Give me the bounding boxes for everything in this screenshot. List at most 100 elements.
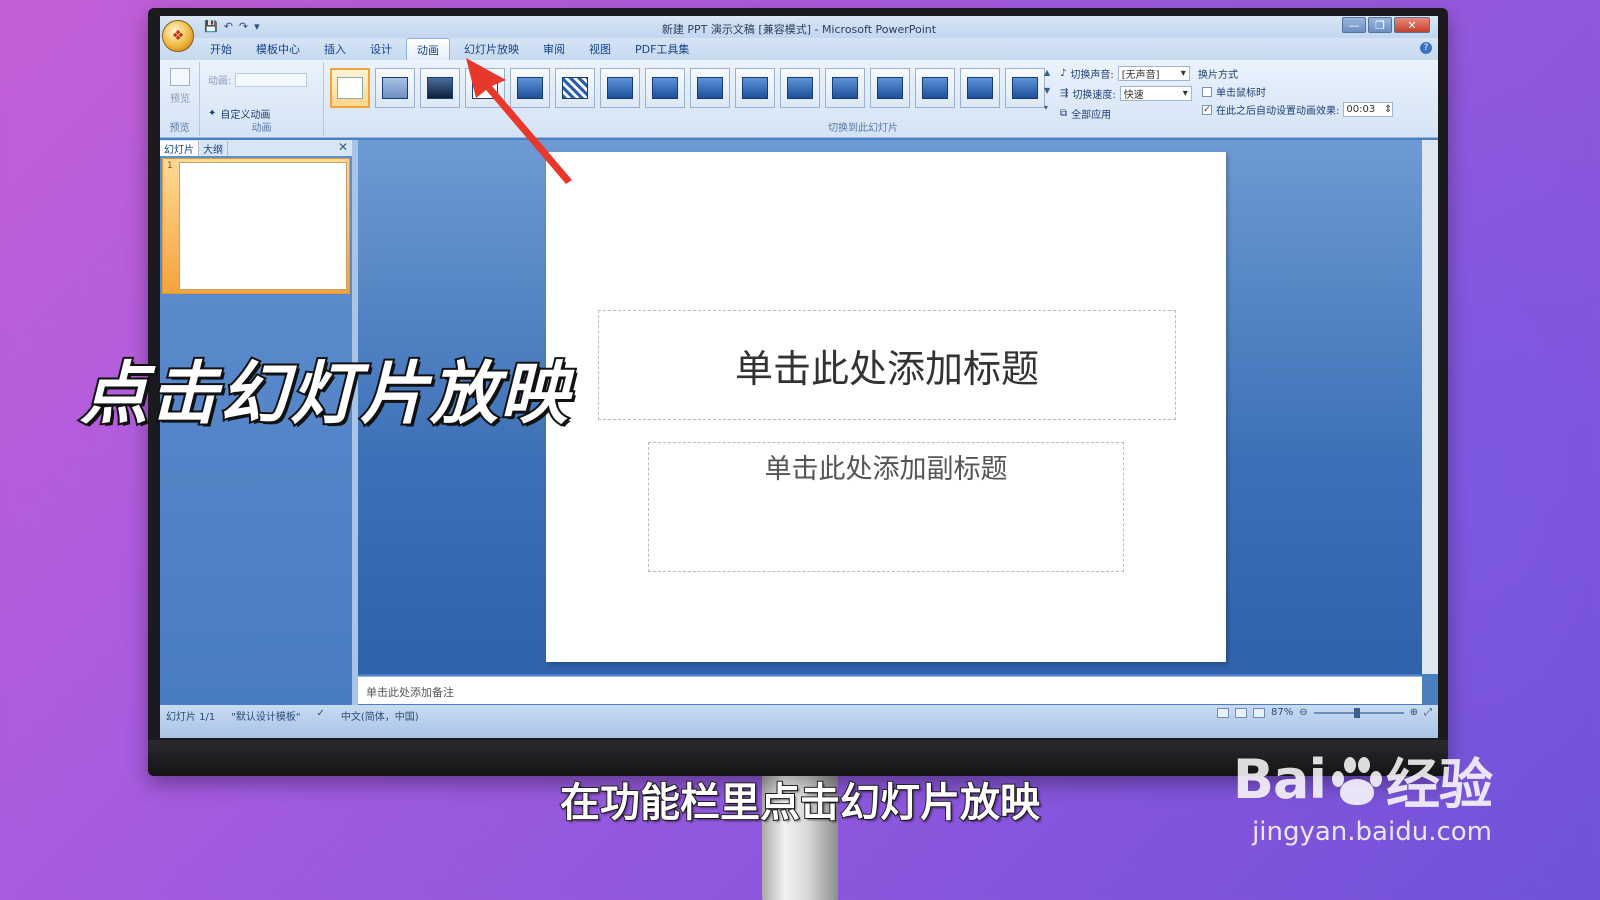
status-left: 幻灯片 1/1 "默认设计模板" ✓ 中文(简体，中国) bbox=[166, 708, 419, 723]
tab-design[interactable]: 设计 bbox=[360, 38, 402, 60]
preview-button[interactable]: 预览 bbox=[168, 68, 192, 105]
transition-speed-row: ⇶ 切换速度: 快速 ▾ bbox=[1060, 86, 1192, 101]
title-bar: 💾 ↶ ↷ ▾ 新建 PPT 演示文稿 [兼容模式] - Microsoft P… bbox=[160, 16, 1438, 38]
transition-fade-smooth-thumb[interactable] bbox=[375, 68, 415, 108]
transition-cover-thumb[interactable] bbox=[1005, 68, 1045, 108]
speed-icon: ⇶ bbox=[1060, 88, 1069, 99]
speed-select[interactable]: 快速 ▾ bbox=[1119, 86, 1192, 101]
tab-outline[interactable]: 大纲 bbox=[199, 140, 228, 156]
vertical-scrollbar[interactable] bbox=[1422, 140, 1438, 674]
sound-icon: ♪ bbox=[1060, 68, 1067, 79]
auto-advance-label: 在此之后自动设置动画效果: bbox=[1216, 106, 1340, 117]
subtitle-placeholder[interactable]: 单击此处添加副标题 bbox=[648, 442, 1124, 572]
transition-none-thumb[interactable] bbox=[330, 68, 370, 108]
window-title: 新建 PPT 演示文稿 [兼容模式] - Microsoft PowerPoin… bbox=[661, 23, 937, 36]
gallery-more-icon[interactable]: ▾ bbox=[1044, 103, 1054, 112]
gallery-up-icon[interactable]: ▲ bbox=[1044, 68, 1054, 77]
slide-count: 幻灯片 1/1 bbox=[166, 712, 216, 723]
auto-advance-row: ✓ 在此之后自动设置动画效果: 00:03 ⇕ bbox=[1202, 102, 1394, 117]
transition-wipe-left-thumb[interactable] bbox=[645, 68, 685, 108]
preview-icon bbox=[170, 68, 190, 86]
notes-pane[interactable]: 单击此处添加备注 bbox=[358, 676, 1422, 704]
restore-button[interactable]: ❐ bbox=[1368, 17, 1392, 33]
auto-advance-checkbox[interactable]: ✓ bbox=[1202, 104, 1212, 115]
tab-pdf-tools[interactable]: PDF工具集 bbox=[625, 38, 699, 60]
tab-review[interactable]: 审阅 bbox=[533, 38, 575, 60]
zoom-out-icon[interactable]: ⊖ bbox=[1299, 707, 1307, 718]
transition-push-down-thumb[interactable] bbox=[825, 68, 865, 108]
animation-group: 动画: ✦ 自定义动画 动画 bbox=[200, 62, 324, 136]
close-icon[interactable]: ✕ bbox=[338, 140, 348, 154]
zoom-slider[interactable] bbox=[1313, 707, 1404, 718]
sound-label: 切换声音: bbox=[1070, 70, 1114, 81]
zoom-in-icon[interactable]: ⊕ bbox=[1410, 707, 1418, 718]
animation-group-label: 动画 bbox=[251, 123, 272, 134]
transition-gallery bbox=[330, 68, 1045, 108]
ribbon: 预览 预览 动画: ✦ 自定义动画 动画 ▲ ▼ ▾ ♪ 切换声音: [无声音]… bbox=[160, 60, 1438, 138]
baidu-logo: Bai 经验 bbox=[1232, 748, 1493, 816]
transition-fade-black-thumb[interactable] bbox=[420, 68, 460, 108]
custom-animation-icon: ✦ bbox=[208, 108, 217, 119]
slide-thumbnail-selected[interactable]: 1 bbox=[162, 158, 350, 294]
sound-select[interactable]: [无声音] ▾ bbox=[1117, 66, 1190, 81]
animation-row: 动画: bbox=[208, 72, 308, 87]
theme-name: "默认设计模板" bbox=[231, 712, 301, 723]
animation-label: 动画: bbox=[208, 76, 232, 87]
gallery-down-icon[interactable]: ▼ bbox=[1044, 86, 1054, 95]
normal-view-icon[interactable] bbox=[1216, 707, 1229, 718]
title-placeholder[interactable]: 单击此处添加标题 bbox=[598, 310, 1176, 420]
close-button[interactable]: ✕ bbox=[1394, 17, 1430, 33]
slide-number: 1 bbox=[167, 161, 173, 171]
transition-push-up-thumb[interactable] bbox=[960, 68, 1000, 108]
tab-slide-show[interactable]: 幻灯片放映 bbox=[454, 38, 529, 60]
baidu-watermark: Bai 经验 jingyan.baidu.com bbox=[1232, 740, 1493, 847]
on-click-checkbox[interactable] bbox=[1202, 86, 1212, 97]
baidu-paw-icon bbox=[1328, 753, 1384, 807]
transition-shape-circle-thumb[interactable] bbox=[780, 68, 820, 108]
spinner-icon[interactable]: ⇕ bbox=[1384, 104, 1392, 115]
tab-view[interactable]: 视图 bbox=[579, 38, 621, 60]
baidu-url: jingyan.baidu.com bbox=[1252, 817, 1492, 847]
ribbon-tabs: 开始 模板中心 插入 设计 动画 幻灯片放映 审阅 视图 PDF工具集 ? bbox=[160, 37, 1438, 61]
transition-wipe-up-thumb[interactable] bbox=[735, 68, 775, 108]
preview-group: 预览 预览 bbox=[160, 62, 200, 136]
on-click-label: 单击鼠标时 bbox=[1216, 88, 1266, 99]
transition-group: ▲ ▼ ▾ ♪ 切换声音: [无声音] ▾ ⇶ 切换速度: 快速 ▾ ⧉ 全部应用 … bbox=[326, 62, 1400, 136]
tab-insert[interactable]: 插入 bbox=[314, 38, 356, 60]
preview-label: 预览 bbox=[170, 94, 190, 105]
tab-animations[interactable]: 动画 bbox=[406, 37, 450, 61]
animation-select[interactable] bbox=[235, 72, 308, 87]
slide-canvas[interactable]: 单击此处添加标题 单击此处添加副标题 bbox=[546, 152, 1226, 662]
auto-advance-time[interactable]: 00:03 ⇕ bbox=[1343, 102, 1394, 117]
tab-template-center[interactable]: 模板中心 bbox=[246, 38, 310, 60]
apply-all-icon: ⧉ bbox=[1060, 108, 1068, 119]
transition-wipe-down-thumb[interactable] bbox=[600, 68, 640, 108]
minimize-button[interactable]: — bbox=[1342, 17, 1366, 33]
transition-dissolve-thumb[interactable] bbox=[555, 68, 595, 108]
tab-slides[interactable]: 幻灯片 bbox=[160, 140, 199, 156]
help-icon[interactable]: ? bbox=[1420, 42, 1432, 54]
overlay-caption: 点击幻灯片放映 bbox=[78, 353, 571, 436]
transition-push-right-thumb[interactable] bbox=[915, 68, 955, 108]
zoom-slider-knob[interactable] bbox=[1353, 707, 1360, 718]
sorter-view-icon[interactable] bbox=[1234, 707, 1247, 718]
transition-cut-black-thumb[interactable] bbox=[510, 68, 550, 108]
slide-thumbnail[interactable] bbox=[179, 162, 347, 290]
office-button[interactable]: ❖ bbox=[162, 20, 194, 52]
window-controls: — ❐ ✕ bbox=[1342, 17, 1430, 33]
on-click-row[interactable]: 单击鼠标时 bbox=[1202, 84, 1266, 99]
pane-tabs: 幻灯片 大纲 ✕ bbox=[160, 140, 352, 156]
zoom-level[interactable]: 87% bbox=[1271, 707, 1293, 718]
tab-home[interactable]: 开始 bbox=[200, 38, 242, 60]
transition-cut-thumb[interactable] bbox=[465, 68, 505, 108]
spellcheck-icon[interactable]: ✓ bbox=[316, 708, 324, 723]
transition-wipe-right-thumb[interactable] bbox=[690, 68, 730, 108]
advance-title: 换片方式 bbox=[1198, 70, 1238, 81]
transition-group-label: 切换到此幻灯片 bbox=[828, 123, 898, 134]
language[interactable]: 中文(简体，中国) bbox=[341, 708, 419, 723]
fit-window-icon[interactable]: ⤢ bbox=[1424, 707, 1432, 718]
slideshow-view-icon[interactable] bbox=[1252, 707, 1265, 718]
transition-sound-row: ♪ 切换声音: [无声音] ▾ bbox=[1060, 66, 1190, 81]
transition-push-left-thumb[interactable] bbox=[870, 68, 910, 108]
gallery-scroll[interactable]: ▲ ▼ ▾ bbox=[1044, 68, 1054, 112]
